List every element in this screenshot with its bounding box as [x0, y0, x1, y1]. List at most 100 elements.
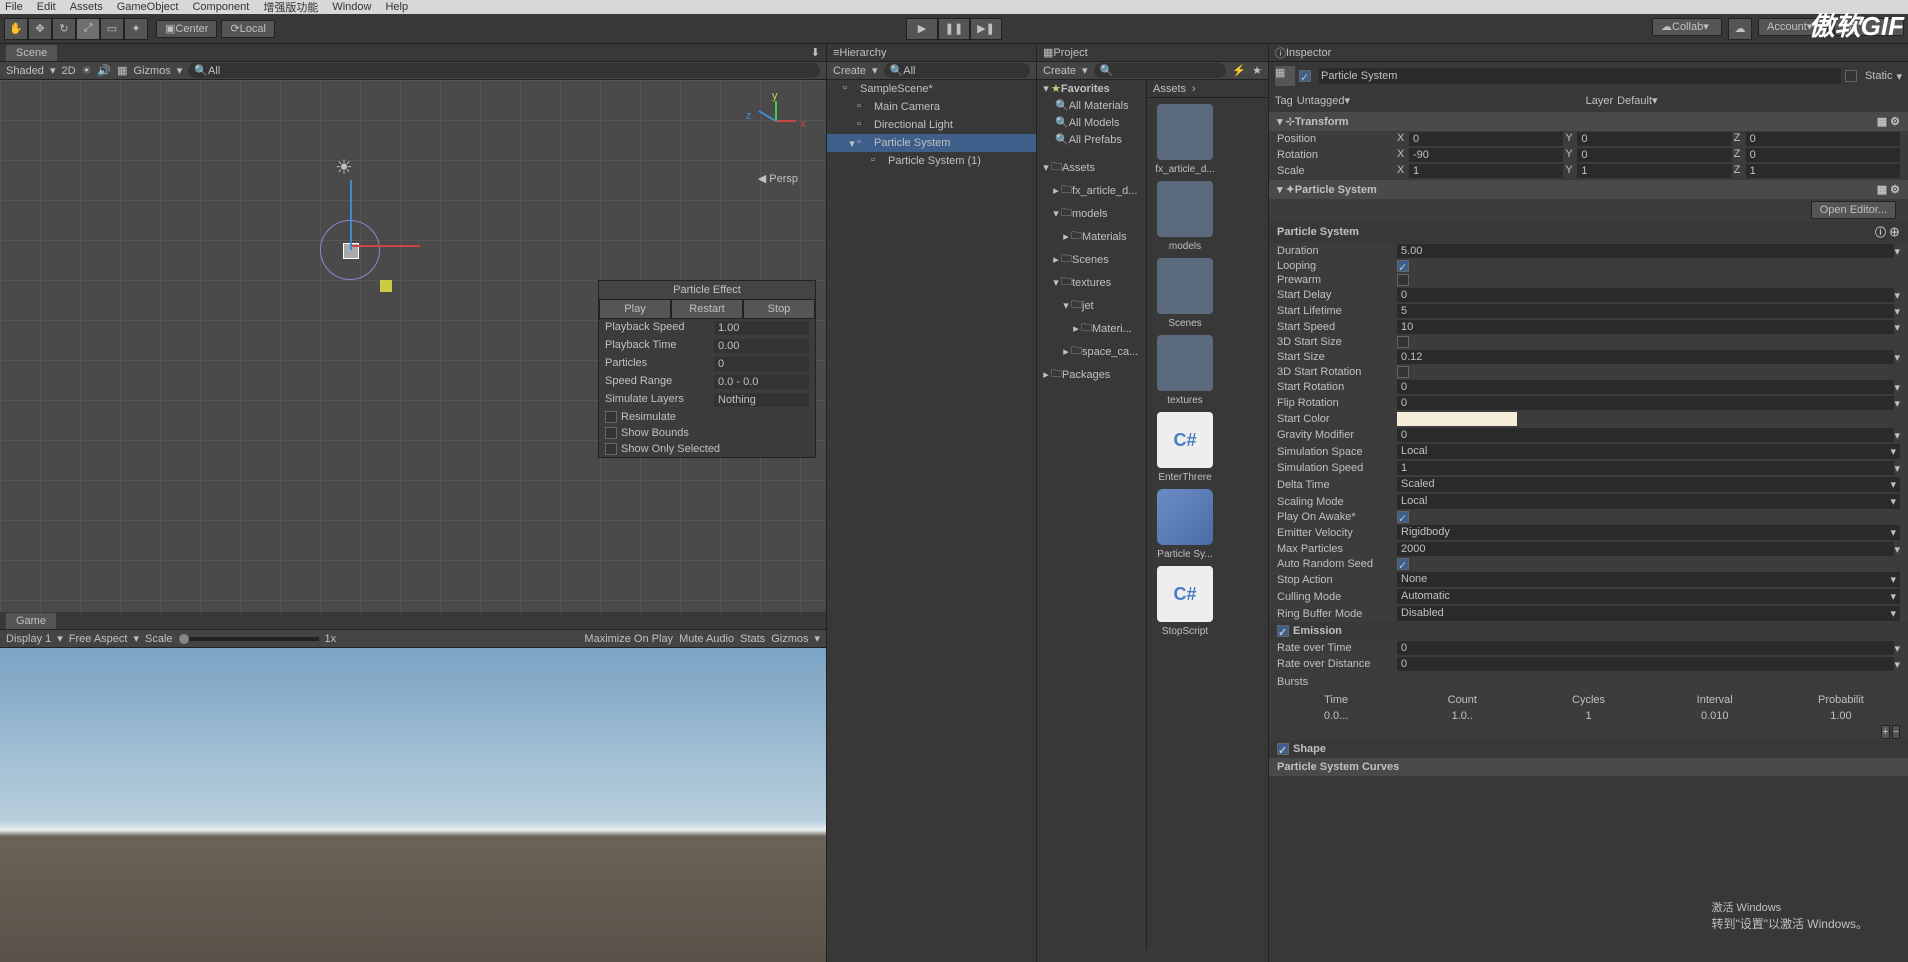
cloud-icon[interactable]: ☁ [1728, 18, 1752, 40]
particle-stop-button[interactable]: Stop [743, 299, 815, 319]
fx-icon[interactable]: ▦ [117, 64, 127, 77]
asset-item[interactable]: textures [1153, 335, 1217, 406]
rate-over-distance-field[interactable]: 0 [1397, 657, 1894, 671]
menu-window[interactable]: Window [332, 1, 371, 13]
project-tree-item[interactable]: ▸🗀 fx_article_d... [1037, 179, 1146, 202]
pe-field[interactable]: 1.00 [714, 321, 809, 335]
transform-tool[interactable]: ✦ [124, 18, 148, 40]
asset-item[interactable]: Particle Sy... [1153, 489, 1217, 560]
transform-header[interactable]: ▾ ⊹ Transform▦ ⚙ [1269, 112, 1908, 131]
hierarchy-search[interactable]: 🔍All [884, 63, 1030, 78]
light-icon[interactable]: ☀ [82, 64, 92, 77]
pe-field[interactable]: 0 [714, 357, 809, 371]
asset-item[interactable]: C#EnterThrere [1153, 412, 1217, 483]
pivot-toggle[interactable]: ▣ Center [156, 20, 217, 38]
pe-checkbox[interactable] [605, 443, 617, 455]
filter-icon[interactable]: ⚡ [1232, 64, 1246, 77]
rotate-tool[interactable]: ↻ [52, 18, 76, 40]
rate-over-time-field[interactable]: 0 [1397, 641, 1894, 655]
pe-checkbox[interactable] [605, 411, 617, 423]
asset-item[interactable]: fx_article_d... [1153, 104, 1217, 175]
aspect-dropdown[interactable]: Free Aspect [69, 633, 128, 645]
remove-burst-button[interactable]: − [1892, 725, 1900, 739]
menu-component[interactable]: Component [192, 1, 249, 13]
play-button[interactable]: ▶ [906, 18, 938, 40]
emission-module[interactable]: ✓Emission [1269, 622, 1908, 640]
project-tree-item[interactable]: ▸🗀 Materi... [1037, 317, 1146, 340]
project-tree-item[interactable]: ▾🗀 Assets [1037, 156, 1146, 179]
collab-dropdown[interactable]: ☁ Collab ▾ [1652, 18, 1722, 36]
orientation-gizmo[interactable]: x y z [746, 90, 806, 150]
project-tree-item[interactable]: ▾🗀 models [1037, 202, 1146, 225]
menu-edit[interactable]: Edit [37, 1, 56, 13]
game-gizmos-dropdown[interactable]: Gizmos [771, 633, 808, 645]
hand-tool[interactable]: ✋ [4, 18, 28, 40]
asset-item[interactable]: models [1153, 181, 1217, 252]
project-tree-item[interactable]: ▸🗀 Scenes [1037, 248, 1146, 271]
open-editor-button[interactable]: Open Editor... [1811, 201, 1896, 219]
mute-toggle[interactable]: Mute Audio [679, 633, 734, 645]
project-tree-item[interactable]: ▸🗀 Materials [1037, 225, 1146, 248]
project-create[interactable]: Create [1043, 65, 1076, 77]
pause-button[interactable]: ❚❚ [938, 18, 970, 40]
favorite-item[interactable]: 🔍 All Materials [1037, 97, 1146, 114]
pe-checkbox[interactable] [605, 427, 617, 439]
gizmos-dropdown[interactable]: Gizmos [134, 65, 171, 77]
layer-dropdown[interactable]: Default▾ [1617, 94, 1902, 107]
audio-icon[interactable]: 🔊 [97, 64, 111, 77]
add-burst-button[interactable]: + [1881, 725, 1889, 739]
game-tab[interactable]: Game [6, 613, 56, 629]
menu-file[interactable]: File [5, 1, 23, 13]
menu-增强版功能[interactable]: 增强版功能 [263, 0, 318, 15]
scene-viewport[interactable]: x y z ◀ Persp ☀ Particle Effect Play Res… [0, 80, 826, 612]
asset-item[interactable]: C#StopScript [1153, 566, 1217, 637]
persp-label[interactable]: ◀ Persp [758, 172, 798, 185]
maximize-toggle[interactable]: Maximize On Play [584, 633, 673, 645]
space-toggle[interactable]: ⟳ Local [221, 20, 275, 38]
asset-item[interactable]: Scenes [1153, 258, 1217, 329]
2d-toggle[interactable]: 2D [61, 65, 75, 77]
rect-tool[interactable]: ▭ [100, 18, 124, 40]
particle-restart-button[interactable]: Restart [671, 299, 743, 319]
menu-assets[interactable]: Assets [70, 1, 103, 13]
pe-field[interactable]: 0.00 [714, 339, 809, 353]
tag-dropdown[interactable]: Untagged▾ [1297, 94, 1582, 107]
ps-main-module[interactable]: Particle Systemⓘ ⊕ [1269, 221, 1908, 243]
scene-search[interactable]: 🔍All [188, 63, 820, 78]
project-tree-item[interactable]: ▸🗀 Packages [1037, 363, 1146, 386]
scene-tab[interactable]: Scene [6, 45, 57, 61]
hierarchy-item[interactable]: ▫Directional Light [827, 116, 1036, 134]
curves-header[interactable]: Particle System Curves [1269, 758, 1908, 776]
favorites-header[interactable]: ▾★ Favorites [1037, 80, 1146, 97]
favorite-item[interactable]: 🔍 All Prefabs [1037, 131, 1146, 148]
pe-field[interactable]: Nothing [714, 393, 809, 407]
save-search-icon[interactable]: ★ [1252, 64, 1262, 77]
project-tree-item[interactable]: ▾🗀 textures [1037, 271, 1146, 294]
move-tool[interactable]: ✥ [28, 18, 52, 40]
project-search[interactable]: 🔍 [1094, 63, 1227, 78]
pe-field[interactable]: 0.0 - 0.0 [714, 375, 809, 389]
breadcrumb[interactable]: Assets [1153, 83, 1186, 95]
hierarchy-item[interactable]: ▾▫Particle System [827, 134, 1036, 152]
gameobject-name-field[interactable] [1319, 68, 1841, 84]
scale-tool[interactable]: ⤢ [76, 18, 100, 40]
hierarchy-item[interactable]: ▫Main Camera [827, 98, 1036, 116]
hierarchy-item[interactable]: ▫Particle System (1) [827, 152, 1036, 170]
static-checkbox[interactable] [1845, 70, 1857, 82]
menu-gameobject[interactable]: GameObject [117, 1, 179, 13]
active-checkbox[interactable]: ✓ [1299, 70, 1311, 82]
stats-toggle[interactable]: Stats [740, 633, 765, 645]
display-dropdown[interactable]: Display 1 [6, 633, 51, 645]
particle-play-button[interactable]: Play [599, 299, 671, 319]
particle-system-header[interactable]: ▾ ✦ Particle System▦ ⚙ [1269, 180, 1908, 199]
project-tree-item[interactable]: ▾🗀 jet [1037, 294, 1146, 317]
start-color-swatch[interactable] [1397, 412, 1517, 426]
shading-mode[interactable]: Shaded [6, 65, 44, 77]
hierarchy-item[interactable]: ▫SampleScene* [827, 80, 1036, 98]
project-tree-item[interactable]: ▸🗀 space_ca... [1037, 340, 1146, 363]
hierarchy-create[interactable]: Create [833, 65, 866, 77]
menu-help[interactable]: Help [385, 1, 408, 13]
step-button[interactable]: ▶❚ [970, 18, 1002, 40]
favorite-item[interactable]: 🔍 All Models [1037, 114, 1146, 131]
shape-module[interactable]: ✓Shape [1269, 740, 1908, 758]
